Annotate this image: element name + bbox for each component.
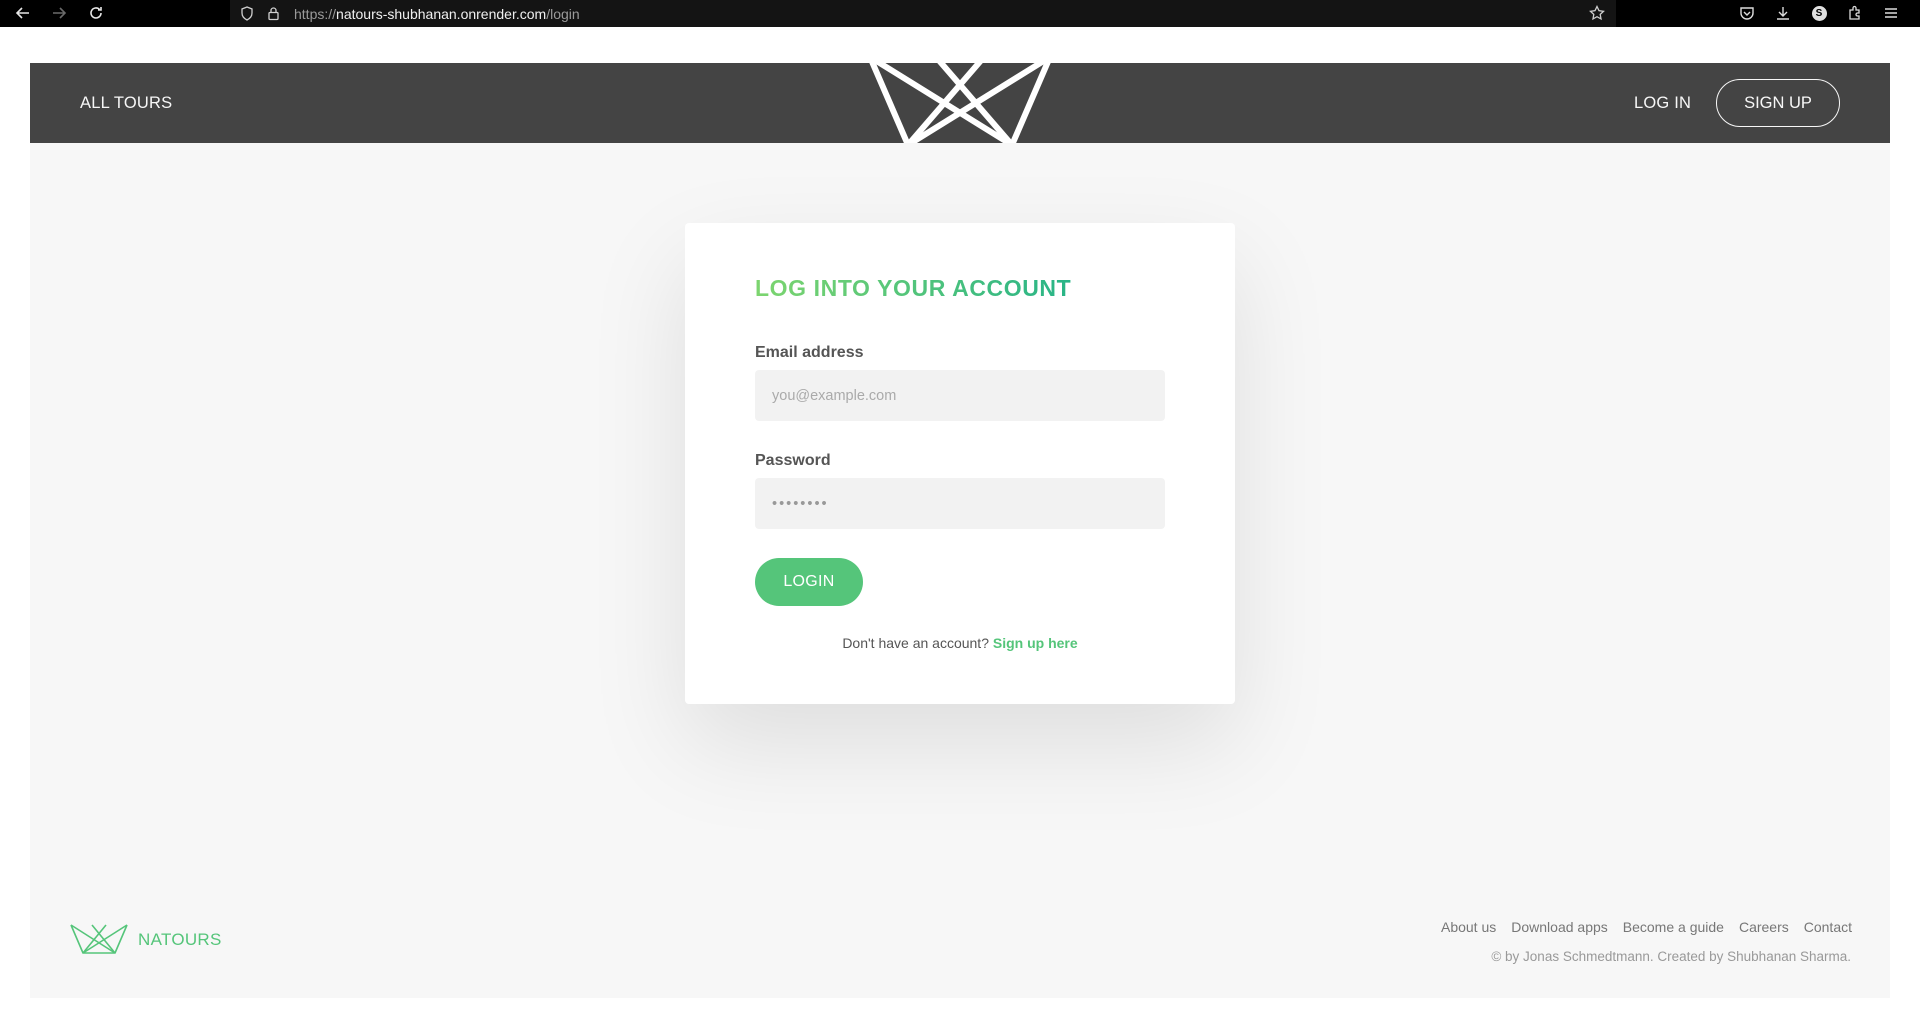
email-label: Email address xyxy=(755,344,864,361)
password-input[interactable] xyxy=(755,478,1165,529)
url-text: https://natours-shubhanan.onrender.com/l… xyxy=(294,6,580,22)
bookmark-star-icon[interactable] xyxy=(1586,2,1608,24)
forward-arrow-icon[interactable] xyxy=(47,1,71,25)
password-label: Password xyxy=(755,452,831,469)
browser-toolbar: https://natours-shubhanan.onrender.com/l… xyxy=(0,0,1920,27)
browser-tools: S xyxy=(1735,1,1903,25)
copyright-text: © by Jonas Schmedtmann. Created by Shubh… xyxy=(1491,949,1851,964)
no-account-text: Don't have an account? xyxy=(842,635,989,651)
shield-icon[interactable] xyxy=(236,3,258,25)
footer-link-contact[interactable]: Contact xyxy=(1804,919,1852,935)
login-title: LOG INTO YOUR ACCOUNT xyxy=(755,275,1072,301)
url-path: /login xyxy=(546,5,580,22)
url-host: natours-shubhanan.onrender.com xyxy=(336,5,547,22)
footer-link-guide[interactable]: Become a guide xyxy=(1623,919,1724,935)
sign-up-link[interactable]: Sign up here xyxy=(993,635,1078,651)
footer-nav: About us Download apps Become a guide Ca… xyxy=(1441,919,1852,935)
all-tours-link[interactable]: ALL TOURS xyxy=(80,63,172,143)
signup-prompt: Don't have an account? Sign up here xyxy=(685,635,1235,651)
lock-icon[interactable] xyxy=(262,3,284,25)
menu-icon[interactable] xyxy=(1879,1,1903,25)
log-in-link[interactable]: LOG IN xyxy=(1634,63,1691,143)
download-icon[interactable] xyxy=(1771,1,1795,25)
url-scheme: https:// xyxy=(294,5,337,22)
page-viewport: ALL TOURS LOG IN SIGN UP LOG INTO YOUR A… xyxy=(30,63,1890,998)
back-arrow-icon[interactable] xyxy=(11,1,35,25)
login-button[interactable]: LOGIN xyxy=(755,558,863,606)
login-card: LOG INTO YOUR ACCOUNT Email address Pass… xyxy=(685,223,1235,704)
extensions-icon[interactable] xyxy=(1843,1,1867,25)
email-input[interactable] xyxy=(755,370,1165,421)
footer-link-careers[interactable]: Careers xyxy=(1739,919,1789,935)
address-bar[interactable]: https://natours-shubhanan.onrender.com/l… xyxy=(230,0,1616,27)
profile-letter: S xyxy=(1811,5,1827,21)
profile-icon[interactable]: S xyxy=(1807,1,1831,25)
natours-logo-icon[interactable] xyxy=(868,63,1052,143)
reload-icon[interactable] xyxy=(84,1,108,25)
footer-brand: NATOURS xyxy=(138,930,222,949)
footer-link-download[interactable]: Download apps xyxy=(1511,919,1608,935)
pocket-icon[interactable] xyxy=(1735,1,1759,25)
natours-footer-logo-icon[interactable] xyxy=(70,922,128,955)
sign-up-button[interactable]: SIGN UP xyxy=(1716,79,1840,127)
site-header: ALL TOURS LOG IN SIGN UP xyxy=(30,63,1890,143)
footer-link-about[interactable]: About us xyxy=(1441,919,1496,935)
